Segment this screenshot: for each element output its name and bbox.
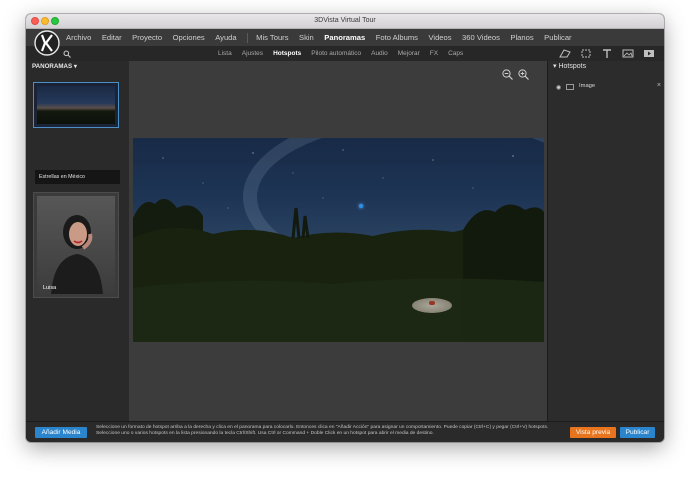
panorama-thumbnail-luisa[interactable]: Luisa	[33, 192, 119, 298]
publish-button[interactable]: Publicar	[620, 427, 655, 438]
menu-editar[interactable]: Editar	[102, 29, 122, 46]
minimize-window-button[interactable]	[41, 17, 49, 25]
menu-archivo[interactable]: Archivo	[66, 29, 91, 46]
sub-tab-bar: Lista Ajustes Hotspots Piloto automático…	[26, 46, 664, 62]
tab-piloto-automatico[interactable]: Piloto automático	[311, 46, 361, 61]
video-hotspot-icon[interactable]	[643, 48, 655, 59]
tab-ajustes[interactable]: Ajustes	[242, 46, 263, 61]
vegetation-silhouette	[133, 149, 544, 342]
caret-down-icon: ▾	[553, 63, 557, 70]
tripod-cap	[412, 298, 452, 313]
panoramas-header-label: PANORAMAS	[32, 63, 73, 70]
hotspot-item-label: Image	[579, 83, 596, 89]
image-hotspot-icon[interactable]	[622, 48, 634, 59]
polygon-hotspot-icon[interactable]	[559, 48, 571, 59]
panorama-image[interactable]	[133, 138, 544, 342]
zoom-out-icon[interactable]	[502, 69, 513, 80]
main-menu-bar: Archivo Editar Proyecto Opciones Ayuda M…	[26, 29, 664, 46]
panorama-caption-luisa: Luisa	[43, 285, 57, 291]
menu-mis-tours[interactable]: Mis Tours	[256, 29, 288, 46]
panorama-editor-viewport[interactable]	[129, 61, 547, 421]
menu-videos[interactable]: Videos	[428, 29, 451, 46]
menu-divider	[247, 33, 249, 43]
hotspot-list-item[interactable]: ◉ Image ×	[556, 82, 661, 93]
3dvista-logo-icon	[34, 30, 60, 56]
add-media-button[interactable]: Añadir Media	[35, 427, 87, 438]
menu-ayuda[interactable]: Ayuda	[215, 29, 236, 46]
menu-planos[interactable]: Planos	[510, 29, 533, 46]
tab-hotspots[interactable]: Hotspots	[273, 46, 301, 61]
caret-down-icon: ▾	[73, 63, 77, 70]
close-window-button[interactable]	[31, 17, 39, 25]
menu-panoramas[interactable]: Panoramas	[324, 29, 365, 46]
hotspots-header[interactable]: ▾ Hotspots	[553, 62, 586, 70]
tab-audio[interactable]: Audio	[371, 46, 388, 61]
tab-caps[interactable]: Caps	[448, 46, 463, 61]
panorama-thumbnail-estrellas[interactable]	[33, 82, 119, 128]
panoramas-list-panel: PANORAMAS ▾ Estrellas en México Luisa	[26, 61, 130, 421]
tab-lista[interactable]: Lista	[218, 46, 232, 61]
eye-icon[interactable]: ◉	[556, 84, 561, 91]
image-icon	[566, 84, 574, 90]
close-icon[interactable]: ×	[657, 82, 661, 89]
preview-button[interactable]: Vista previa	[570, 427, 616, 438]
hotspots-header-label: Hotspots	[558, 63, 587, 70]
hotspots-panel: ▾ Hotspots ◉ Image ×	[547, 61, 664, 421]
zoom-in-icon[interactable]	[518, 69, 529, 80]
help-hint-text: Seleccione un formato de hotspot arriba …	[96, 425, 549, 437]
portrait-figure	[51, 215, 103, 294]
window-title: 3DVista Virtual Tour	[314, 17, 376, 24]
panoramas-header[interactable]: PANORAMAS ▾	[32, 63, 77, 70]
hotspot-marker[interactable]	[359, 204, 363, 208]
menu-proyecto[interactable]: Proyecto	[132, 29, 162, 46]
bottom-toolbar: Añadir Media Seleccione un formato de ho…	[26, 421, 664, 442]
text-hotspot-icon[interactable]	[601, 48, 613, 59]
menu-opciones[interactable]: Opciones	[173, 29, 205, 46]
panorama-thumbnail-image	[37, 86, 115, 124]
area-hotspot-icon[interactable]	[580, 48, 592, 59]
tab-fx[interactable]: FX	[430, 46, 438, 61]
app-window: 3DVista Virtual Tour Archivo Editar Proy…	[26, 14, 664, 442]
menu-360-videos[interactable]: 360 Videos	[462, 29, 500, 46]
menu-foto-albums[interactable]: Foto Albums	[376, 29, 418, 46]
title-bar: 3DVista Virtual Tour	[26, 14, 664, 29]
zoom-window-button[interactable]	[51, 17, 59, 25]
menu-publicar[interactable]: Publicar	[544, 29, 571, 46]
search-icon[interactable]	[63, 50, 71, 58]
tab-mejorar[interactable]: Mejorar	[398, 46, 420, 61]
panorama-caption-estrellas: Estrellas en México	[35, 170, 120, 184]
portrait-image: Luisa	[37, 196, 115, 294]
menu-skin[interactable]: Skin	[299, 29, 314, 46]
